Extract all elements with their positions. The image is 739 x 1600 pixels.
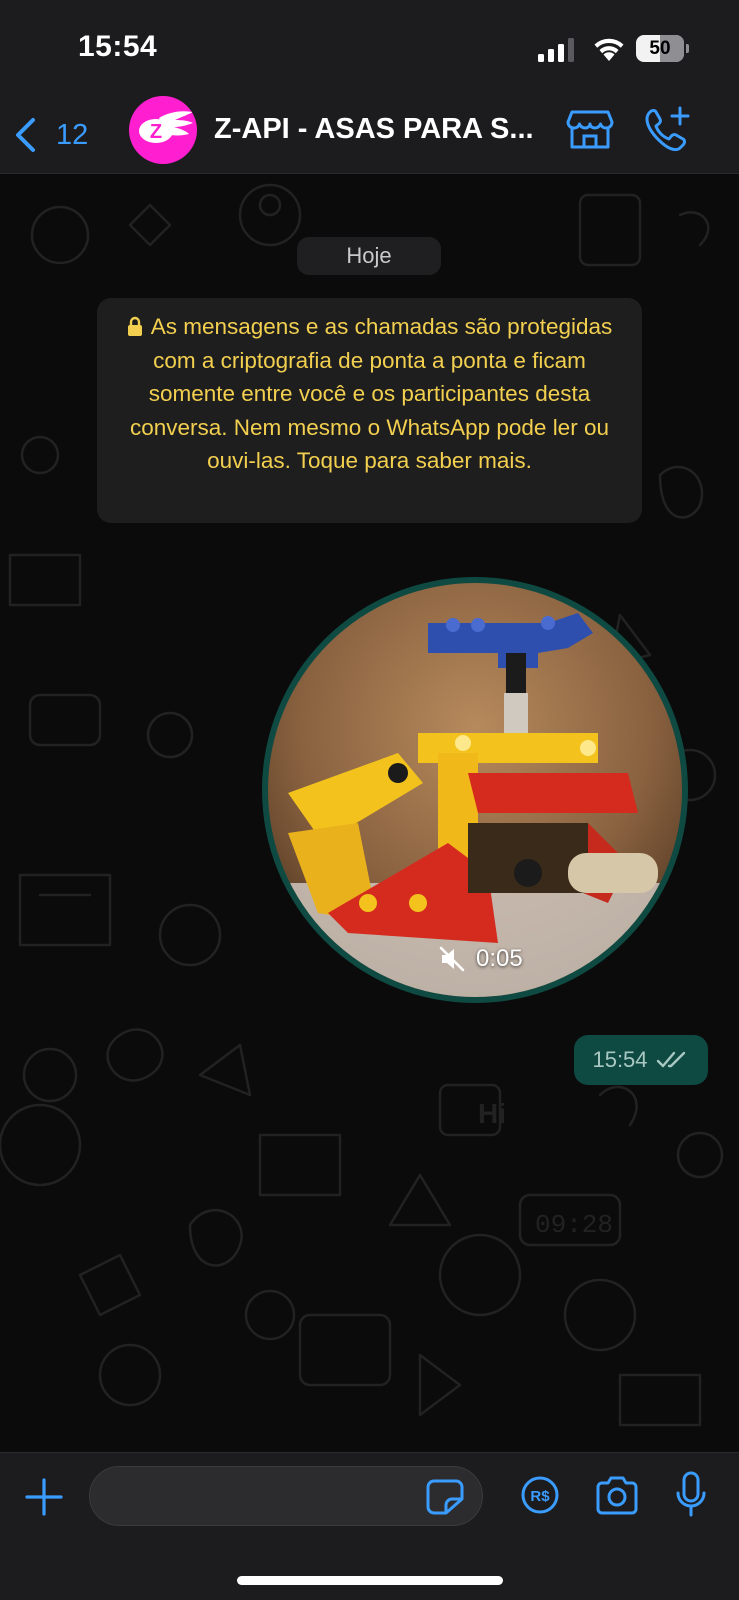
- camera-icon[interactable]: [594, 1475, 640, 1515]
- payment-icon[interactable]: R$: [520, 1475, 560, 1515]
- store-icon[interactable]: [566, 108, 614, 150]
- status-time: 15:54: [78, 30, 158, 63]
- svg-text:Hi: Hi: [478, 1098, 506, 1129]
- unread-count: 12: [56, 118, 89, 151]
- svg-text:R$: R$: [530, 1488, 550, 1505]
- status-bar: 15:54 50: [0, 0, 739, 96]
- battery-body: 50: [636, 35, 684, 62]
- plus-icon[interactable]: [24, 1477, 64, 1517]
- message-input-bar: R$: [0, 1452, 739, 1600]
- avatar-letter: Z: [150, 121, 162, 143]
- back-chevron-icon: [16, 118, 35, 152]
- avatar[interactable]: Z: [129, 96, 197, 164]
- contact-name[interactable]: Z-API - ASAS PARA S...: [214, 113, 554, 146]
- chat-header: 12 Z Z-API - ASAS PARA S...: [0, 96, 739, 174]
- battery-percent: 50: [649, 38, 671, 59]
- read-ticks-icon: [656, 1051, 685, 1068]
- lego-robot-image: [268, 583, 682, 997]
- call-add-icon[interactable]: [642, 106, 690, 152]
- message-text-input[interactable]: [90, 1467, 410, 1525]
- back-button[interactable]: 12: [14, 110, 88, 160]
- video-duration: 0:05: [476, 945, 523, 972]
- encryption-notice-paragraph: As mensagens e as chamadas são protegida…: [115, 310, 624, 478]
- video-meta: 0:05: [438, 945, 523, 973]
- home-indicator: [237, 1576, 503, 1585]
- message-time-bubble: 15:54: [574, 1035, 708, 1085]
- whatsapp-chat-screen: 15:54 50 12 Z Z-API - ASAS PARA S... Hi …: [0, 0, 739, 1600]
- video-note-message[interactable]: 0:05: [262, 577, 688, 1003]
- sticker-icon[interactable]: [426, 1479, 464, 1515]
- signal-icon: [538, 38, 574, 62]
- svg-text:09:28: 09:28: [535, 1210, 613, 1240]
- battery-icon: 50: [636, 35, 689, 62]
- message-time: 15:54: [592, 1047, 648, 1072]
- mute-icon: [439, 946, 465, 972]
- date-chip: Hoje: [297, 237, 441, 275]
- mic-icon[interactable]: [674, 1471, 708, 1519]
- lock-icon: [127, 316, 142, 336]
- avatar-logo: Z: [139, 111, 193, 143]
- chat-area[interactable]: Hi 09:28 Hoje As mensagens e as chamadas…: [0, 175, 739, 1452]
- wifi-icon: [594, 38, 624, 61]
- encryption-notice-text: As mensagens e as chamadas são protegida…: [130, 314, 613, 474]
- video-thumbnail: 0:05: [268, 583, 682, 997]
- battery-tip: [686, 44, 689, 53]
- message-input-field[interactable]: [89, 1466, 483, 1526]
- encryption-notice[interactable]: As mensagens e as chamadas são protegida…: [97, 298, 642, 523]
